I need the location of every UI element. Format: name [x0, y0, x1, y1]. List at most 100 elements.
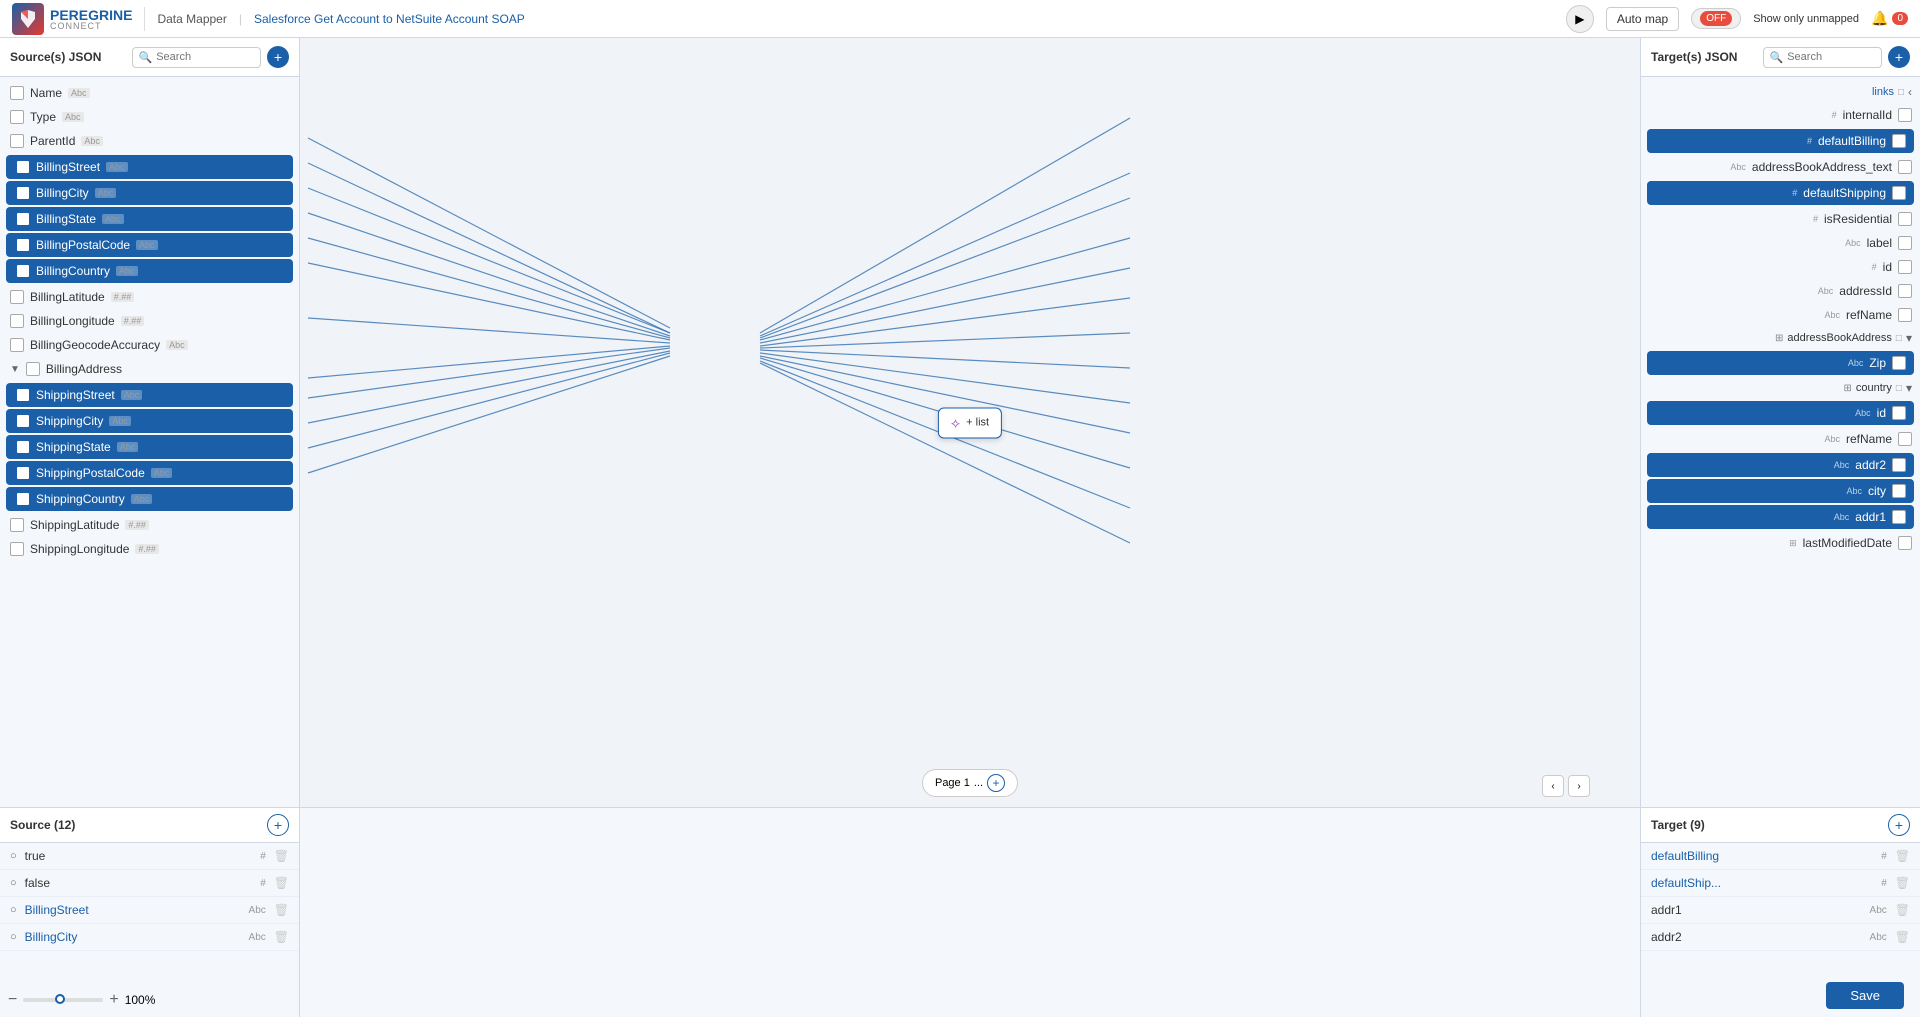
- source-search-input[interactable]: [156, 51, 254, 63]
- bottom-source-item-false[interactable]: ○ false # 🗑: [0, 870, 299, 897]
- field-name: Name: [30, 86, 62, 100]
- zoom-plus-button[interactable]: +: [109, 991, 118, 1009]
- section-collapse-button[interactable]: ▾: [1906, 331, 1912, 345]
- delete-button[interactable]: 🗑: [1895, 930, 1910, 944]
- source-bottom-header: Source (12) +: [0, 808, 299, 843]
- field-name: addr2: [1855, 458, 1886, 472]
- bell-icon[interactable]: 🔔: [1871, 10, 1888, 27]
- canvas[interactable]: ⟡ + list ‹ › Page 1 ... +: [300, 38, 1640, 807]
- bottom-target-item-defaultbilling[interactable]: defaultBilling # 🗑: [1641, 843, 1920, 870]
- type-badge: Abc: [121, 390, 143, 400]
- source-add-button[interactable]: +: [267, 46, 289, 68]
- field-item-billingstate[interactable]: BillingState Abc: [6, 207, 293, 231]
- type-badge: #: [1832, 110, 1837, 120]
- save-button[interactable]: Save: [1826, 982, 1904, 1009]
- field-item-shippingpostalcode[interactable]: ShippingPostalCode Abc: [6, 461, 293, 485]
- field-item-shippingcountry[interactable]: ShippingCountry Abc: [6, 487, 293, 511]
- show-unmapped-label: Show only unmapped: [1753, 13, 1859, 25]
- target-field-internalid[interactable]: # internalId: [1641, 103, 1920, 127]
- type-badge: Abc: [106, 162, 128, 172]
- canvas-nav-left-button[interactable]: ‹: [1542, 775, 1564, 797]
- bottom-target-item-addr2[interactable]: addr2 Abc 🗑: [1641, 924, 1920, 951]
- bottom-target-item-defaultship[interactable]: defaultShip... # 🗑: [1641, 870, 1920, 897]
- target-field-label[interactable]: Abc label: [1641, 231, 1920, 255]
- target-field-zip[interactable]: Abc Zip: [1647, 351, 1914, 375]
- type-badge: Abc: [166, 340, 188, 350]
- target-field-defaultshipping[interactable]: # defaultShipping: [1647, 181, 1914, 205]
- bottom-target-item-addr1[interactable]: addr1 Abc 🗑: [1641, 897, 1920, 924]
- target-bottom-add-button[interactable]: +: [1888, 814, 1910, 836]
- target-section-country[interactable]: ⊞ country □ ▾: [1641, 377, 1920, 399]
- field-icon: [10, 86, 24, 100]
- field-item-name[interactable]: Name Abc: [0, 81, 299, 105]
- delete-button[interactable]: 🗑: [274, 903, 289, 917]
- central-node[interactable]: ⟡ + list: [938, 407, 1002, 438]
- field-item-parentid[interactable]: ParentId Abc: [0, 129, 299, 153]
- target-section-addressbookaddress[interactable]: ⊞ addressBookAddress □ ▾: [1641, 327, 1920, 349]
- automap-toggle[interactable]: OFF: [1691, 8, 1741, 29]
- field-item-billingcity[interactable]: BillingCity Abc: [6, 181, 293, 205]
- field-item-type[interactable]: Type Abc: [0, 105, 299, 129]
- target-field-addr2[interactable]: Abc addr2: [1647, 453, 1914, 477]
- field-item-billingpostalcode[interactable]: BillingPostalCode Abc: [6, 233, 293, 257]
- delete-button[interactable]: 🗑: [1895, 876, 1910, 890]
- field-item-billinglatitude[interactable]: BillingLatitude #.##: [0, 285, 299, 309]
- page-label: Page 1: [935, 777, 970, 789]
- canvas-nav-right-button[interactable]: ›: [1568, 775, 1590, 797]
- target-field-id[interactable]: # id: [1641, 255, 1920, 279]
- target-field-refname[interactable]: Abc refName: [1641, 303, 1920, 327]
- field-item-shippingstreet[interactable]: ShippingStreet Abc: [6, 383, 293, 407]
- target-field-city[interactable]: Abc city: [1647, 479, 1914, 503]
- delete-button[interactable]: 🗑: [274, 876, 289, 890]
- field-item-billingcountry[interactable]: BillingCountry Abc: [6, 259, 293, 283]
- field-item-shippinglatitude[interactable]: ShippingLatitude #.##: [0, 513, 299, 537]
- source-bottom-add-button[interactable]: +: [267, 814, 289, 836]
- field-item-billinglongitude[interactable]: BillingLongitude #.##: [0, 309, 299, 333]
- automap-button[interactable]: Auto map: [1606, 7, 1679, 31]
- target-field-isresidential[interactable]: # isResidential: [1641, 207, 1920, 231]
- collapse-button[interactable]: ‹: [1908, 85, 1912, 99]
- target-field-id2[interactable]: Abc id: [1647, 401, 1914, 425]
- bottom-source-item-billingstreet[interactable]: ○ BillingStreet Abc 🗑: [0, 897, 299, 924]
- bottom-source-item-billingcity[interactable]: ○ BillingCity Abc 🗑: [0, 924, 299, 951]
- field-icon: [16, 466, 30, 480]
- type-badge: Abc: [102, 214, 124, 224]
- play-button[interactable]: ▶: [1566, 5, 1594, 33]
- target-field-lastmodifieddate[interactable]: ⊞ lastModifiedDate: [1641, 531, 1920, 555]
- target-search-box[interactable]: 🔍: [1763, 47, 1883, 68]
- field-item-billingstreet[interactable]: BillingStreet Abc: [6, 155, 293, 179]
- field-name: BillingState: [36, 212, 96, 226]
- item-type: #: [1881, 851, 1887, 862]
- field-item-shippingcity[interactable]: ShippingCity Abc: [6, 409, 293, 433]
- target-field-refname2[interactable]: Abc refName: [1641, 427, 1920, 451]
- target-field-addr1[interactable]: Abc addr1: [1647, 505, 1914, 529]
- country-collapse-button[interactable]: ▾: [1906, 381, 1912, 395]
- field-item-billingaddress[interactable]: ▼ BillingAddress: [0, 357, 299, 381]
- field-icon: [16, 238, 30, 252]
- delete-button[interactable]: 🗑: [274, 849, 289, 863]
- add-page-button[interactable]: +: [987, 774, 1005, 792]
- target-search-input[interactable]: [1787, 51, 1875, 63]
- field-item-shippinglongitude[interactable]: ShippingLongitude #.##: [0, 537, 299, 561]
- field-item-billinggeocodeaccuracy[interactable]: BillingGeocodeAccuracy Abc: [0, 333, 299, 357]
- zoom-thumb: [55, 994, 65, 1004]
- zoom-minus-button[interactable]: −: [8, 991, 17, 1009]
- target-field-addressid[interactable]: Abc addressId: [1641, 279, 1920, 303]
- target-bottom-header: Target (9) +: [1641, 808, 1920, 843]
- field-item-shippingstate[interactable]: ShippingState Abc: [6, 435, 293, 459]
- zoom-slider[interactable]: [23, 998, 103, 1002]
- bottom-source-item-true[interactable]: ○ true # 🗑: [0, 843, 299, 870]
- delete-button[interactable]: 🗑: [274, 930, 289, 944]
- target-add-button[interactable]: +: [1888, 46, 1910, 68]
- source-search-box[interactable]: 🔍: [132, 47, 262, 68]
- delete-button[interactable]: 🗑: [1895, 903, 1910, 917]
- target-field-defaultbilling[interactable]: # defaultBilling: [1647, 129, 1914, 153]
- delete-button[interactable]: 🗑: [1895, 849, 1910, 863]
- field-name: addr1: [1855, 510, 1886, 524]
- target-field-addressbookaddresstext[interactable]: Abc addressBookAddress_text: [1641, 155, 1920, 179]
- type-badge: Abc: [1818, 286, 1834, 296]
- target-field-links[interactable]: links □ ‹: [1641, 81, 1920, 103]
- item-name: BillingCity: [25, 930, 241, 944]
- toggle-off-label: OFF: [1700, 11, 1732, 26]
- section-label: addressBookAddress: [1787, 332, 1892, 344]
